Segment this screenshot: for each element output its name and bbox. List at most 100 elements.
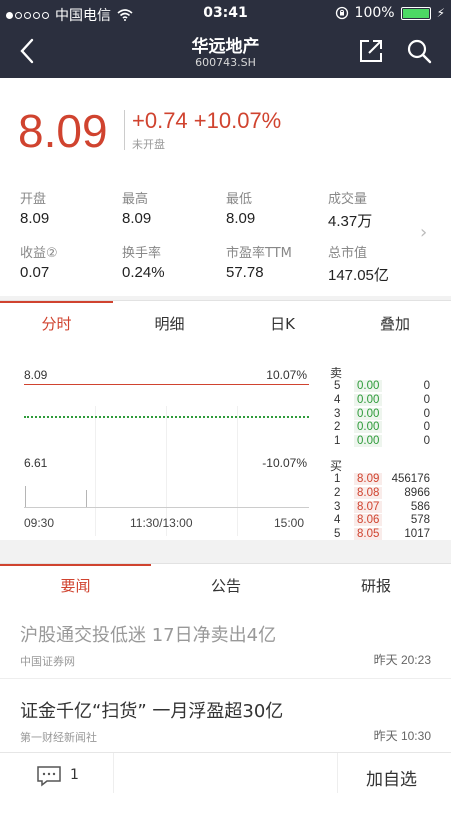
prev-close-line	[24, 416, 309, 418]
comment-icon[interactable]	[36, 765, 62, 787]
sell-price: 0.00	[354, 380, 383, 392]
news-item[interactable]: 沪股通交投低迷 17日净卖出4亿 中国证券网 昨天 20:23	[0, 603, 451, 679]
tab-news[interactable]: 要闻	[0, 575, 151, 596]
bottom-bar: 1 加自选	[0, 752, 451, 826]
tab-daily-k[interactable]: 日K	[226, 313, 339, 334]
share-icon[interactable]	[358, 38, 384, 64]
buy-price: 8.06	[354, 514, 383, 527]
level: 2	[334, 486, 341, 499]
stat-label: 最高	[122, 192, 149, 207]
volume-bar	[25, 486, 26, 507]
sell-row: 4 0.00 0	[330, 393, 430, 408]
active-tab-indicator	[0, 564, 151, 566]
trade-status: 未开盘	[132, 138, 165, 151]
battery-label: 100%	[354, 5, 395, 21]
level: 5	[334, 380, 341, 392]
stat-value: 57.78	[226, 264, 264, 281]
price-change: +0.74 +10.07%	[132, 108, 282, 133]
stat-value: 8.09	[20, 210, 50, 227]
tab-overlay[interactable]: 叠加	[339, 313, 451, 334]
price-high-label: 8.09	[24, 368, 48, 382]
buy-volume: 8966	[404, 486, 430, 499]
sell-row: 2 0.00 0	[330, 421, 430, 435]
quote-panel: 8.09 +0.74 +10.07% 未开盘 开盘 8.09 最高 8.09 最…	[0, 78, 451, 296]
sell-price: 0.00	[354, 407, 383, 420]
sell-price: 0.00	[354, 435, 383, 448]
news-item[interactable]: 证金千亿“扫货” 一月浮盈超30亿 第一财经新闻社 昨天 10:30	[0, 679, 451, 752]
status-bar: 中国电信 03:41 100% ⚡	[0, 0, 451, 26]
stat-market-cap: 总市值 147.05亿	[328, 242, 428, 285]
level: 2	[334, 421, 341, 434]
level: 5	[334, 528, 341, 541]
buy-label: 买	[330, 458, 343, 473]
sell-row: 3 0.00 0	[330, 407, 430, 422]
buy-row: 3 8.07 586	[330, 500, 430, 515]
stat-open: 开盘 8.09	[20, 188, 120, 227]
add-to-watchlist-button[interactable]: 加自选	[366, 765, 417, 790]
top-bar: 中国电信 03:41 100% ⚡ 华远地产 600743.SH	[0, 0, 451, 78]
time-label-close: 15:00	[274, 516, 305, 530]
tab-research[interactable]: 研报	[301, 575, 451, 596]
search-icon[interactable]	[406, 38, 432, 64]
sell-label: 卖	[330, 366, 343, 380]
buy-price: 8.07	[354, 500, 383, 513]
time-label-open: 09:30	[24, 516, 55, 530]
stat-value: 8.09	[226, 210, 256, 227]
sell-volume: 0	[423, 393, 430, 406]
buy-row: 4 8.06 578	[330, 514, 430, 528]
tab-announcements[interactable]: 公告	[151, 575, 301, 596]
stat-label: 换手率	[122, 246, 162, 261]
level: 4	[334, 393, 341, 406]
sell-volume: 0	[423, 407, 430, 420]
buy-volume: 456176	[391, 472, 430, 485]
orientation-lock-icon	[335, 6, 348, 20]
tab-details[interactable]: 明细	[113, 313, 226, 334]
grid-line	[95, 406, 96, 536]
news-title: 证金千亿“扫货” 一月浮盈超30亿	[20, 701, 284, 722]
intraday-chart[interactable]: 8.09 10.07% 6.61 -10.07%	[24, 368, 309, 536]
stat-label: 成交量	[328, 192, 368, 207]
news-title: 沪股通交投低迷 17日净卖出4亿	[20, 625, 277, 646]
stat-low: 最低 8.09	[226, 188, 326, 227]
charging-icon: ⚡	[436, 6, 445, 20]
level: 4	[334, 514, 341, 527]
price-low-label: 6.61	[24, 456, 48, 470]
stat-label: 总市值	[328, 246, 368, 261]
sell-price: 0.00	[354, 421, 383, 434]
chart-tabs: 分时 明细 日K 叠加	[0, 300, 451, 344]
sell-volume: 0	[423, 421, 430, 434]
level: 1	[334, 435, 341, 448]
buy-price: 8.08	[354, 486, 383, 499]
divider	[113, 753, 114, 793]
buy-volume: 586	[410, 500, 430, 513]
active-tab-indicator	[0, 301, 113, 303]
level: 3	[334, 407, 341, 420]
news-tabs: 要闻 公告 研报	[0, 563, 451, 603]
sell-volume: 0	[423, 435, 430, 448]
buy-price: 8.09	[354, 472, 383, 485]
buy-row: 2 8.08 8966	[330, 486, 430, 501]
stat-value: 0.07	[20, 264, 50, 281]
chevron-right-icon[interactable]: ›	[420, 222, 427, 243]
news-source: 第一财经新闻社	[20, 731, 97, 744]
tab-intraday[interactable]: 分时	[0, 313, 113, 334]
status-right: 100% ⚡	[335, 5, 445, 21]
sell-row: 5 0.00 0	[330, 380, 430, 394]
stat-value: 147.05亿	[328, 267, 389, 284]
stat-pe: 市盈率TTM 57.78	[226, 242, 326, 281]
buy-volume: 1017	[404, 528, 430, 541]
quote-divider	[124, 110, 125, 150]
volume-bar	[86, 490, 87, 507]
volume-baseline	[24, 507, 309, 508]
divider	[337, 753, 338, 793]
buy-row: 1 8.09 456176	[330, 472, 430, 487]
stat-value: 4.37万	[328, 213, 373, 230]
buy-volume: 578	[410, 514, 430, 527]
stat-turnover: 换手率 0.24%	[122, 242, 222, 281]
time-label-midday: 11:30/13:00	[130, 516, 193, 530]
stat-volume: 成交量 4.37万	[328, 188, 428, 231]
stat-value: 0.24%	[122, 264, 165, 281]
stat-label: 收益②	[20, 246, 58, 261]
price-line	[24, 384, 309, 385]
news-time: 昨天 20:23	[373, 653, 431, 667]
